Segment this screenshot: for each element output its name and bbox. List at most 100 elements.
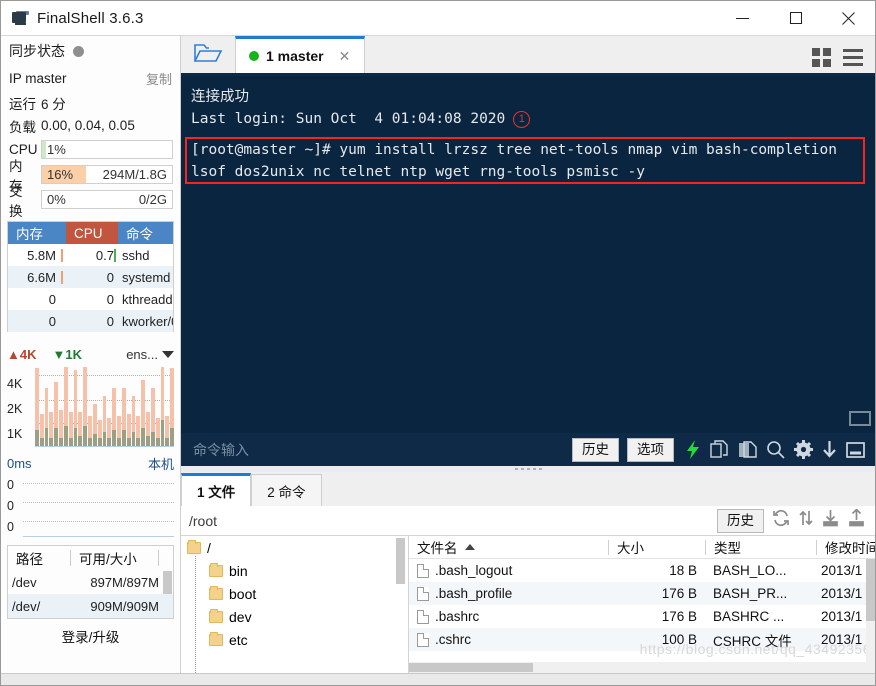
tree-item-boot[interactable]: boot <box>181 582 408 605</box>
folder-open-icon[interactable] <box>181 33 235 73</box>
process-memory: 0 <box>48 313 56 329</box>
download-icon[interactable] <box>822 509 839 532</box>
window-body: 同步状态 IP master 复制 运行 6 分 负载 0.00, 0.04, … <box>1 36 875 673</box>
terminal-line: 连接成功 <box>191 89 249 105</box>
status-bar <box>1 673 875 685</box>
session-tab-bar: 1 master ✕ <box>181 36 875 76</box>
process-command: kworker/0 <box>122 313 173 329</box>
path-input[interactable]: /root <box>189 513 709 529</box>
paste-icon[interactable] <box>738 440 757 459</box>
disk-col-path[interactable]: 路径 <box>8 548 70 568</box>
directory-tree: / bin boot dev etc <box>181 536 409 673</box>
tree-scrollbar[interactable] <box>396 538 405 584</box>
command-history-button[interactable]: 历史 <box>572 437 619 462</box>
tree-item-root[interactable]: / <box>181 536 408 559</box>
computer-icon <box>12 10 29 26</box>
file-type: BASH_PR... <box>713 586 788 601</box>
copy-icon[interactable] <box>710 440 729 459</box>
sort-icon[interactable] <box>799 509 813 532</box>
latency-y-tick: 0 <box>7 519 14 534</box>
download-icon[interactable] <box>822 440 837 459</box>
table-row[interactable]: 6.6M 0 systemd <box>8 266 173 288</box>
table-row[interactable]: /dev/ 909M/909M <box>8 594 173 618</box>
file-browser: / bin boot dev etc 文件名 大小 类型 修改时间 .bash_… <box>181 536 875 673</box>
list-item[interactable]: .bash_logout 18 B BASH_LO... 2013/1 <box>409 559 875 582</box>
gear-icon[interactable] <box>794 440 813 459</box>
file-name: .bashrc <box>435 609 480 624</box>
window-icon[interactable] <box>846 441 865 458</box>
file-col-name[interactable]: 文件名 <box>409 536 608 559</box>
table-row[interactable]: 5.8M 0.7 sshd <box>8 244 173 266</box>
tree-item-bin[interactable]: bin <box>181 559 408 582</box>
terminal-line: [root@master ~]# yum install lrzsz tree … <box>191 142 838 158</box>
search-icon[interactable] <box>766 440 785 459</box>
process-col-cpu[interactable]: CPU <box>66 222 118 244</box>
close-button[interactable] <box>822 1 875 36</box>
server-monitor-sidebar: 同步状态 IP master 复制 运行 6 分 负载 0.00, 0.04, … <box>1 36 181 673</box>
tree-item-dev[interactable]: dev <box>181 605 408 628</box>
file-icon <box>417 586 429 601</box>
minimize-button[interactable] <box>716 1 769 36</box>
disk-table: 路径 可用/大小 /dev 897M/897M /dev/ 909M/909M <box>7 545 174 619</box>
file-type: BASH_LO... <box>713 563 787 578</box>
list-item[interactable]: .bashrc 176 B BASHRC ... 2013/1 <box>409 605 875 628</box>
command-input[interactable]: 命令输入 <box>193 440 564 460</box>
file-col-type[interactable]: 类型 <box>706 536 816 559</box>
uptime-value: 6 分 <box>41 96 66 112</box>
file-col-modified[interactable]: 修改时间 <box>817 536 875 559</box>
table-row[interactable]: 0 0 kthreadd <box>8 288 173 310</box>
tab-commands[interactable]: 2 命令 <box>251 474 322 506</box>
terminal-output[interactable]: 连接成功 Last login: Sun Oct 4 01:04:08 2020… <box>181 76 875 432</box>
command-options-button[interactable]: 选项 <box>627 437 674 462</box>
terminal-last-login: Last login: Sun Oct 4 01:04:08 2020 <box>191 111 506 127</box>
list-item[interactable]: .bash_profile 176 B BASH_PR... 2013/1 <box>409 582 875 605</box>
disk-path: /dev/ <box>12 598 41 614</box>
folder-icon <box>209 631 223 646</box>
lightning-icon[interactable] <box>686 440 701 459</box>
file-list-horizontal-scrollbar[interactable] <box>409 662 875 673</box>
latency-y-tick: 0 <box>7 478 14 493</box>
process-memory: 0 <box>48 291 56 307</box>
maximize-button[interactable] <box>769 1 822 36</box>
window-controls <box>716 1 875 36</box>
file-size: 18 B <box>669 563 697 578</box>
close-tab-icon[interactable]: ✕ <box>339 48 351 65</box>
file-list-vertical-scrollbar[interactable] <box>866 559 875 662</box>
copy-ip-button[interactable]: 复制 <box>146 69 172 88</box>
latency-plot <box>23 475 174 537</box>
tab-files[interactable]: 1 文件 <box>181 473 252 506</box>
title-bar: FinalShell 3.6.3 <box>1 1 875 36</box>
file-col-size[interactable]: 大小 <box>609 536 705 559</box>
session-tab-label: 1 master <box>266 48 324 64</box>
connection-status-dot <box>249 51 259 61</box>
folder-icon <box>209 608 223 623</box>
hamburger-menu-icon[interactable] <box>843 49 863 66</box>
disk-table-header: 路径 可用/大小 <box>8 546 173 570</box>
network-interface-selector[interactable]: ens... <box>126 347 174 362</box>
upload-icon[interactable] <box>848 508 865 532</box>
tree-item-etc[interactable]: etc <box>181 628 408 651</box>
process-command: kthreadd <box>122 291 173 307</box>
process-memory: 6.6M <box>27 269 56 285</box>
login-upgrade-button[interactable]: 登录/升级 <box>1 619 180 653</box>
process-col-command[interactable]: 命令 <box>118 222 173 244</box>
grid-view-icon[interactable] <box>812 48 831 67</box>
terminal-resize-handle[interactable] <box>849 411 871 426</box>
process-col-memory[interactable]: 内存 <box>8 222 66 244</box>
session-tab-master[interactable]: 1 master ✕ <box>235 36 365 73</box>
disk-size: 897M/897M <box>90 574 159 590</box>
watermark: https://blog.csdn.net/qq_43492356 <box>639 641 871 657</box>
refresh-icon[interactable] <box>772 509 790 532</box>
table-row[interactable]: 0 0 kworker/0 <box>8 310 173 332</box>
network-header: ▲4K ▼1K ens... <box>7 341 174 367</box>
disk-col-size[interactable]: 可用/大小 <box>71 548 158 568</box>
file-type: BASHRC ... <box>713 609 785 624</box>
ip-row: IP master 复制 <box>1 66 180 91</box>
table-row[interactable]: /dev 897M/897M <box>8 570 173 603</box>
terminal-line: lsof dos2unix nc telnet ntp wget rng-too… <box>191 164 645 180</box>
path-history-button[interactable]: 历史 <box>717 508 764 533</box>
load-value: 0.00, 0.04, 0.05 <box>41 118 135 133</box>
network-download: ▼1K <box>52 346 83 362</box>
process-command: systemd <box>122 269 171 285</box>
latency-header: 0ms 本机 <box>7 451 174 475</box>
